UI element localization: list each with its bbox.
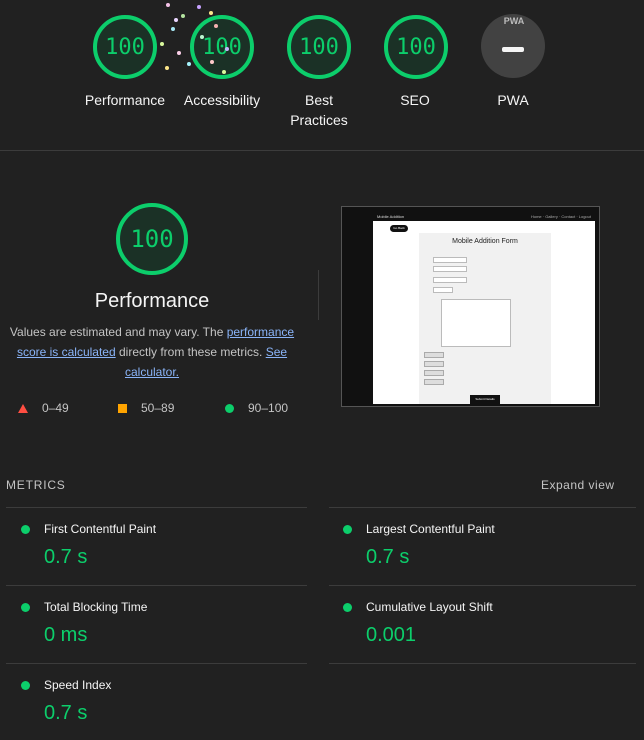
metric-cls-title: Cumulative Layout Shift <box>366 600 493 614</box>
desc-text-2: directly from these metrics. <box>115 345 266 359</box>
performance-score: 100 <box>105 34 145 60</box>
expand-view-toggle[interactable]: Expand view <box>541 478 615 492</box>
metric-tbt-value: 0 ms <box>44 624 88 646</box>
thumb-file-row <box>424 361 444 367</box>
thumb-input <box>433 257 467 263</box>
legend-pass-label: 90–100 <box>248 401 289 415</box>
seo-score: 100 <box>396 34 436 60</box>
legend-pass: 90–100 <box>225 401 288 415</box>
thumb-brand: Mobile Addition <box>377 214 405 219</box>
thumb-navbar: Mobile Addition Home · Gallery · Contact… <box>373 212 595 221</box>
thumb-input <box>433 266 467 272</box>
performance-description: Values are estimated and may vary. The p… <box>2 322 302 382</box>
pwa-label[interactable]: PWA <box>453 90 573 110</box>
performance-score-gauge[interactable]: 100 <box>93 15 157 79</box>
legend-fail-label: 0–49 <box>42 401 69 415</box>
legend-average: 50–89 <box>118 401 174 415</box>
performance-title: Performance <box>94 290 210 312</box>
performance-big-gauge: 100 <box>116 203 188 275</box>
thumb-input <box>433 287 453 293</box>
seo-score-gauge[interactable]: 100 <box>384 15 448 79</box>
thumb-form-title: Mobile Addition Form <box>452 238 518 245</box>
metric-divider <box>329 585 636 586</box>
metric-si-value: 0.7 s <box>44 702 88 724</box>
metric-si-title: Speed Index <box>44 678 112 692</box>
metric-cls-value: 0.001 <box>366 624 417 646</box>
fail-triangle-icon <box>18 403 28 413</box>
metric-fcp-value: 0.7 s <box>44 546 88 568</box>
metric-divider <box>6 507 307 508</box>
accessibility-label[interactable]: Accessibility <box>162 90 282 110</box>
performance-big-score: 100 <box>130 225 174 253</box>
metric-lcp-value: 0.7 s <box>366 546 410 568</box>
best-practices-label[interactable]: Best Practices <box>279 90 359 130</box>
metric-divider <box>6 585 307 586</box>
metric-lcp-title: Largest Contentful Paint <box>366 522 495 536</box>
thumb-textarea <box>441 299 511 347</box>
metric-divider <box>329 507 636 508</box>
thumb-file-row <box>424 352 444 358</box>
section-vertical-divider <box>318 270 319 320</box>
legend-average-label: 50–89 <box>141 401 175 415</box>
thumb-file-row <box>424 379 444 385</box>
metric-divider <box>6 663 307 664</box>
metric-pass-icon <box>21 681 30 690</box>
thumb-form-panel: Mobile Addition Form <box>419 233 551 404</box>
accessibility-score: 100 <box>202 34 242 60</box>
pwa-badge-icon: PWA <box>503 16 525 26</box>
thumb-input <box>433 277 467 283</box>
metric-divider <box>329 663 636 664</box>
header-divider <box>0 150 644 151</box>
final-screenshot[interactable]: Mobile Addition Home · Gallery · Contact… <box>373 212 595 404</box>
best-practices-score-gauge[interactable]: 100 <box>287 15 351 79</box>
metric-pass-icon <box>343 603 352 612</box>
legend-fail: 0–49 <box>18 401 69 415</box>
thumb-file-row <box>424 370 444 376</box>
metrics-heading: METRICS <box>6 478 66 492</box>
metric-fcp-title: First Contentful Paint <box>44 522 157 536</box>
desc-text-1: Values are estimated and may vary. The <box>9 325 227 339</box>
thumb-nav-links: Home · Gallery · Contact · Logout <box>530 214 591 219</box>
metric-pass-icon <box>21 603 30 612</box>
pwa-not-applicable-dash <box>502 46 524 52</box>
metric-tbt-title: Total Blocking Time <box>44 600 148 614</box>
average-square-icon <box>118 403 127 413</box>
thumb-submit-button: Submit Details <box>470 395 500 404</box>
metric-pass-icon <box>343 525 352 534</box>
pass-circle-icon <box>225 403 234 413</box>
best-practices-score: 100 <box>299 34 339 60</box>
thumb-back-button: Go Back <box>390 225 408 232</box>
metric-pass-icon <box>21 525 30 534</box>
